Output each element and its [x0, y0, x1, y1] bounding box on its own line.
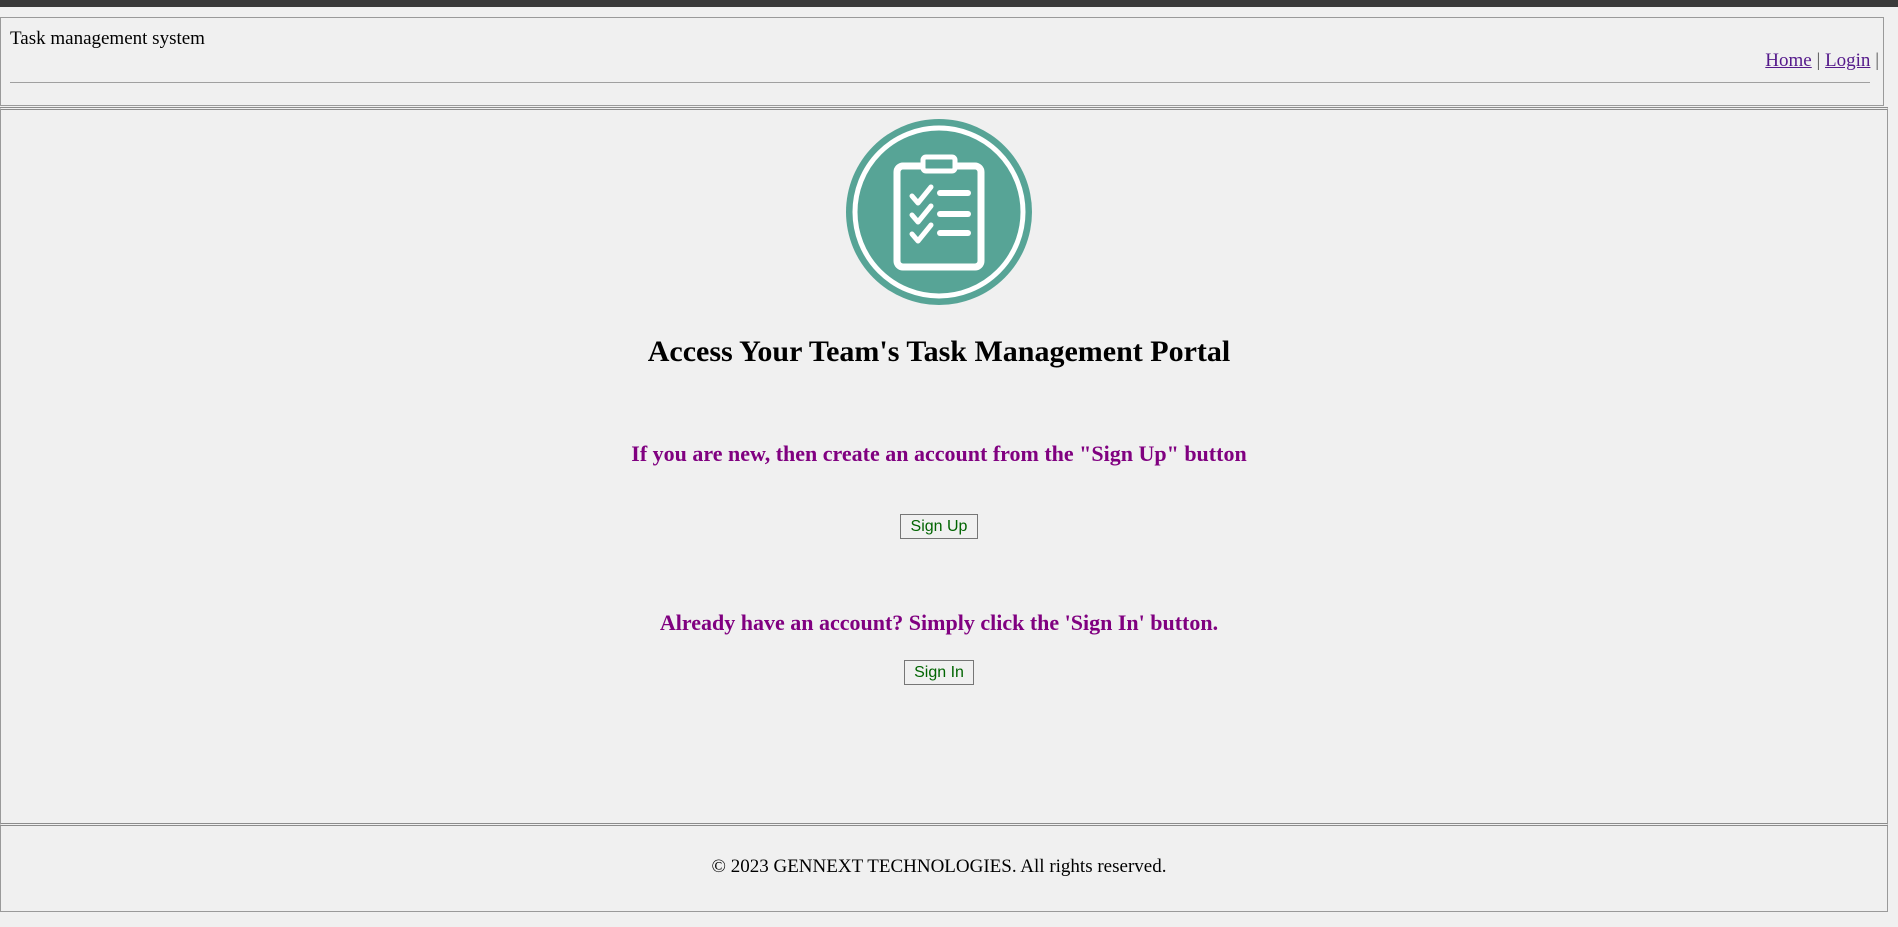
- nav-separator: |: [1875, 50, 1879, 71]
- header-nav: Home | Login |: [1765, 50, 1879, 72]
- footer-copyright: © 2023 GENNEXT TECHNOLOGIES. All rights …: [711, 856, 1167, 877]
- signin-prompt: Already have an account? Simply click th…: [659, 610, 1219, 635]
- browser-top-strip: [0, 0, 1898, 7]
- portal-heading: Access Your Team's Task Management Porta…: [647, 335, 1231, 368]
- site-title: Task management system: [10, 28, 205, 49]
- header-divider: [10, 82, 1870, 83]
- signup-prompt: If you are new, then create an account f…: [631, 441, 1247, 466]
- header: Task management system Home | Login |: [0, 17, 1884, 106]
- sign-in-button[interactable]: Sign In: [904, 660, 974, 685]
- nav-link-home[interactable]: Home: [1765, 50, 1811, 71]
- sign-up-button[interactable]: Sign Up: [900, 514, 978, 539]
- nav-separator: |: [1816, 50, 1821, 71]
- nav-link-login[interactable]: Login: [1825, 50, 1870, 71]
- clipboard-checklist-icon: [846, 119, 1032, 305]
